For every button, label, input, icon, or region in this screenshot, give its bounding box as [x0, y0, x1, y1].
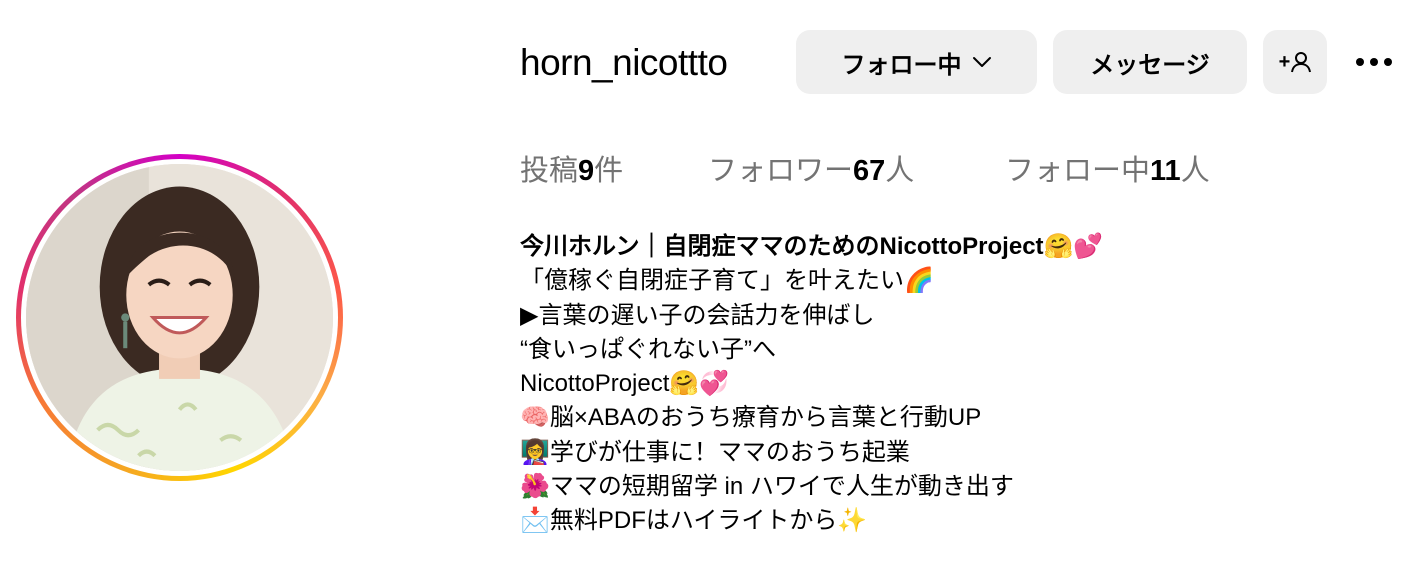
more-dot [1384, 58, 1392, 66]
bio-line: 🧠脳×ABAのおうち療育から言葉と行動UP [520, 404, 982, 432]
followers-link[interactable]: フォロワー67人 [708, 150, 914, 192]
following-link[interactable]: フォロー中11人 [1005, 150, 1210, 192]
add-user-button[interactable]: + [1263, 30, 1327, 94]
bio-line: 🌺ママの短期留学 in ハワイで人生が動き出す [520, 473, 1014, 501]
bio-line: 👩‍🏫学びが仕事に！ママのおうち起業 [520, 438, 910, 466]
add-user-icon: + [1279, 51, 1312, 74]
message-button[interactable]: メッセージ [1053, 30, 1247, 94]
more-dot [1356, 58, 1364, 66]
bio-line: ▶言葉の遅い子の会話力を伸ばし [520, 301, 875, 329]
message-button-label: メッセージ [1090, 51, 1210, 79]
following-button[interactable]: フォロー中 [796, 30, 1037, 94]
bio-line: 📩無料PDFはハイライトから✨ [520, 507, 868, 535]
avatar[interactable] [16, 154, 343, 481]
username: horn_nicottto [520, 42, 728, 83]
more-dot [1370, 58, 1378, 66]
avatar-photo [26, 164, 333, 471]
bio-name: 今川ホルン｜自閉症ママのためのNicottoProject🤗💕 [520, 233, 1104, 260]
bio: 今川ホルン｜自閉症ママのためのNicottoProject🤗💕 「億稼ぐ自閉症子… [520, 230, 1103, 539]
posts-count: 投稿9件 [520, 155, 624, 187]
bio-line: NicottoProject🤗💞 [520, 370, 730, 398]
following-button-label: フォロー中 [841, 51, 962, 79]
bio-line: 「億稼ぐ自閉症子育て」を叶えたい🌈 [520, 267, 934, 295]
chevron-down-icon [972, 56, 992, 68]
more-icon[interactable] [1350, 46, 1398, 78]
bio-line: “食いっぱぐれない子”へ [520, 335, 776, 363]
